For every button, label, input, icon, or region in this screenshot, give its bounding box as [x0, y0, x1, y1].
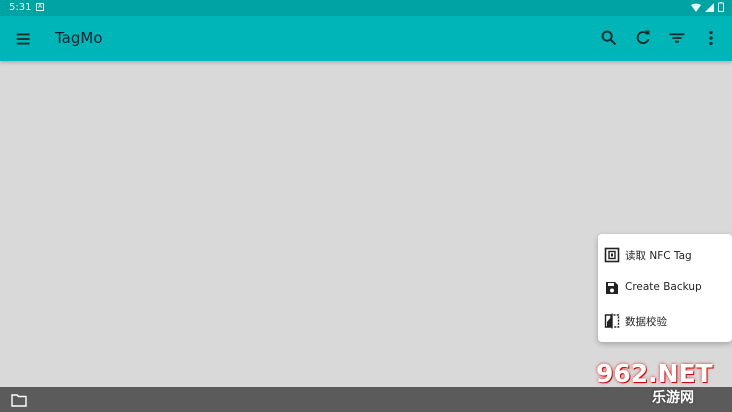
menu-item-label: Create Backup	[625, 281, 702, 293]
watermark-logo: 962.NET 乐游网	[594, 359, 727, 408]
nfc-tag-icon	[604, 247, 620, 263]
watermark-bottom: 乐游网	[652, 390, 694, 406]
battery-icon	[718, 2, 724, 12]
status-icons	[691, 2, 724, 12]
menu-item-label: 读取 NFC Tag	[625, 250, 692, 262]
folder-icon[interactable]	[11, 393, 27, 407]
signal-icon	[705, 2, 714, 12]
status-bar: 5:31 A	[0, 0, 732, 16]
watermark-top: 962.NET	[596, 359, 713, 388]
menu-item-read-nfc[interactable]: 读取 NFC Tag	[598, 239, 732, 272]
more-vert-icon[interactable]	[700, 27, 722, 49]
notification-icon: A	[36, 3, 44, 11]
menu-icon[interactable]	[14, 28, 36, 50]
wifi-icon	[691, 3, 701, 12]
menu-item-create-backup[interactable]: Create Backup	[598, 272, 732, 305]
status-time: 5:31	[9, 2, 32, 13]
popup-menu: 读取 NFC Tag Create Backup 数据校验	[598, 234, 732, 342]
refresh-icon[interactable]	[632, 27, 654, 49]
search-icon[interactable]	[598, 27, 620, 49]
save-icon	[606, 282, 618, 294]
menu-item-data-validation[interactable]: 数据校验	[598, 305, 732, 338]
app-bar-actions	[598, 27, 722, 49]
filter-icon[interactable]	[666, 27, 688, 49]
compare-icon	[604, 313, 620, 329]
menu-item-label: 数据校验	[625, 316, 667, 328]
app-bar: TagMo	[0, 16, 732, 61]
app-title: TagMo	[55, 29, 103, 47]
